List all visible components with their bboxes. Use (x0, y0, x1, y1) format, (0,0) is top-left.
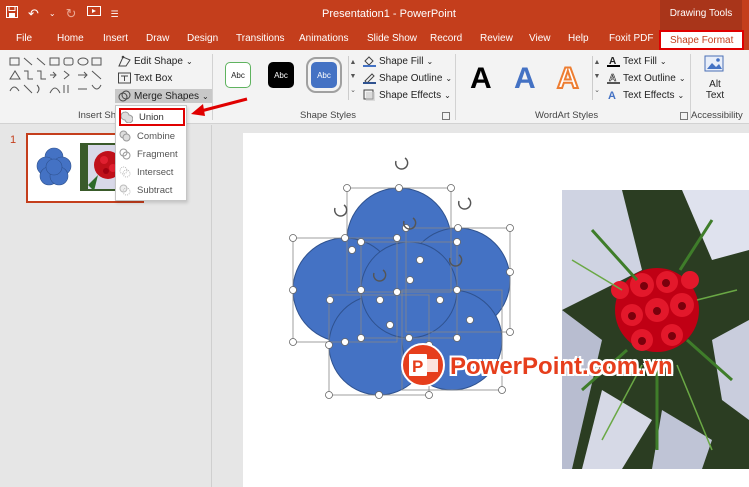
menu-item-union-label: Union (139, 111, 164, 123)
selected-circles-group[interactable] (0, 0, 749, 487)
subtract-icon (119, 184, 131, 196)
menu-item-subtract[interactable]: Subtract (119, 181, 185, 199)
union-icon (120, 111, 134, 124)
menu-item-intersect[interactable]: Intersect (119, 163, 185, 181)
menu-item-fragment[interactable]: Fragment (119, 145, 185, 163)
merge-shapes-menu: Union Combine Fragment Intersect Subtrac… (115, 105, 187, 201)
menu-item-combine[interactable]: Combine (119, 127, 185, 145)
watermark-logo-letter: P (412, 357, 423, 376)
red-arrow-annotation (191, 97, 248, 116)
intersect-icon (119, 166, 131, 178)
watermark-text: PowerPoint.com.vn (450, 352, 673, 380)
fragment-icon (119, 148, 131, 160)
menu-item-subtract-label: Subtract (137, 184, 173, 196)
powerpoint-logo-icon: P (400, 342, 446, 391)
watermark: P PowerPoint.com.vn (400, 342, 673, 391)
menu-item-union[interactable]: Union (119, 108, 185, 126)
menu-item-intersect-label: Intersect (137, 166, 174, 178)
menu-item-combine-label: Combine (137, 130, 176, 142)
menu-item-fragment-label: Fragment (137, 148, 178, 160)
combine-icon (119, 130, 131, 142)
